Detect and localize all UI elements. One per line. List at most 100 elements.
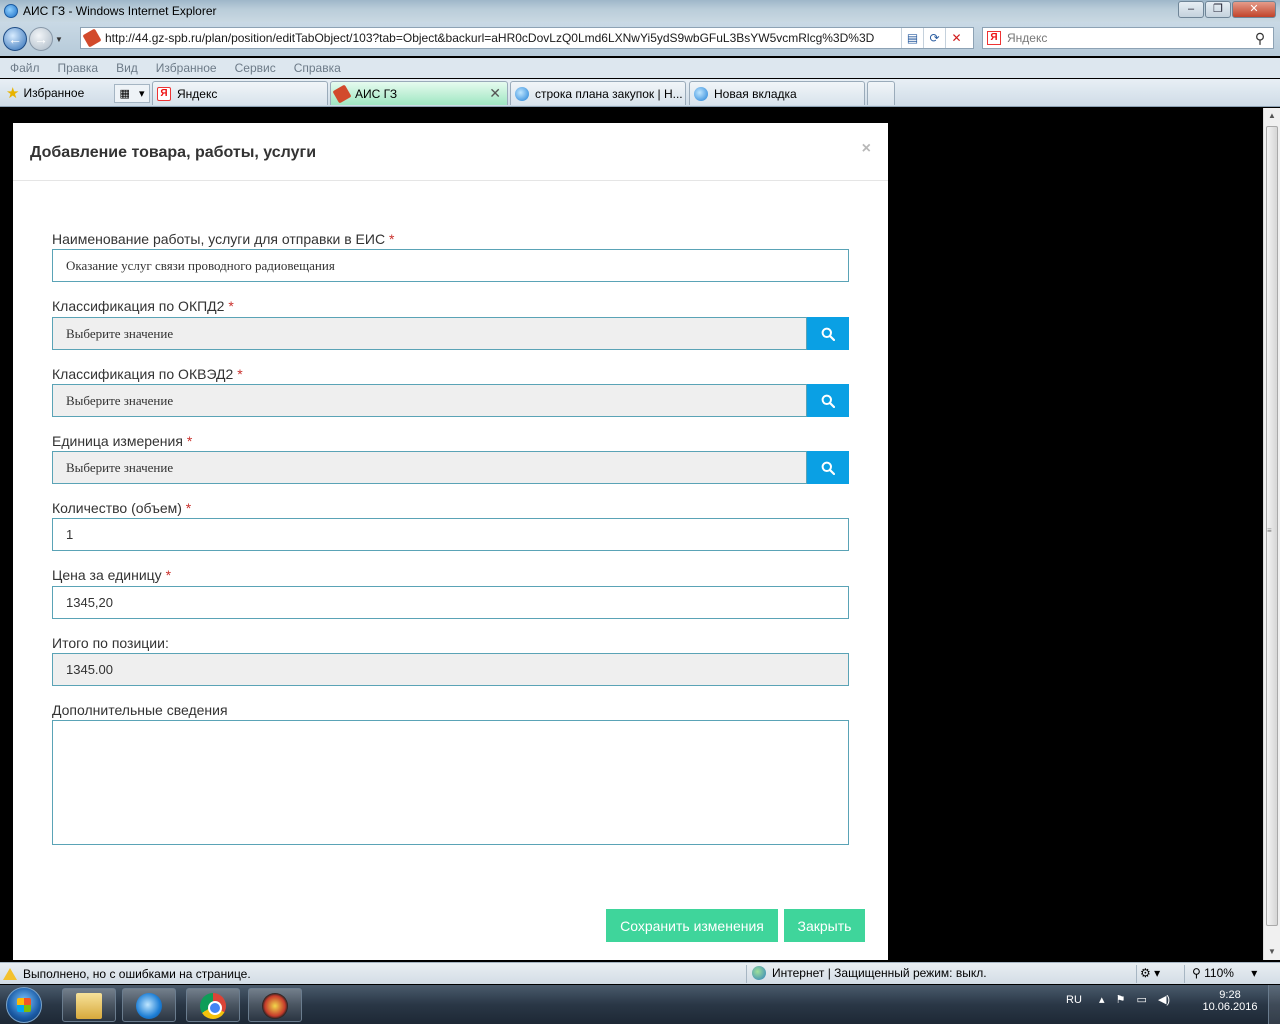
required-mark: * — [237, 366, 243, 382]
unit-search-button[interactable] — [807, 451, 849, 484]
clock[interactable]: 9:28 10.06.2016 — [1200, 989, 1260, 1013]
search-box[interactable]: Я Яндекс ⚲ — [982, 27, 1274, 49]
tab-new-tab[interactable]: Новая вкладка — [689, 81, 865, 105]
ie-app-icon — [4, 4, 18, 18]
window-title: АИС ГЗ - Windows Internet Explorer — [23, 4, 217, 18]
taskbar-ie[interactable] — [122, 988, 176, 1022]
search-input[interactable]: Яндекс — [1007, 31, 1247, 45]
tabs-row: ★ Избранное ▦ ▾ Я Яндекс АИС ГЗ ✕ строка … — [0, 79, 1280, 107]
window-titlebar: АИС ГЗ - Windows Internet Explorer – ❐ ✕ — [0, 0, 1280, 22]
search-icon — [821, 461, 835, 475]
name-input[interactable]: Оказание услуг связи проводного радиовещ… — [52, 249, 849, 282]
quantity-value: 1 — [66, 527, 74, 542]
add-item-modal: Добавление товара, работы, услуги × Наим… — [13, 123, 888, 960]
site-icon — [332, 83, 352, 104]
price-input[interactable]: 1345,20 — [52, 586, 849, 619]
history-dropdown-icon[interactable]: ▼ — [55, 35, 65, 44]
favorites-button[interactable]: ★ Избранное — [6, 83, 84, 103]
okpd2-value: Выберите значение — [66, 325, 174, 341]
tab-label: Яндекс — [177, 86, 218, 101]
volume-icon[interactable]: ◀) — [1158, 994, 1170, 1006]
scroll-up-icon[interactable]: ▲ — [1264, 108, 1280, 124]
quantity-input[interactable]: 1 — [52, 518, 849, 551]
total-label: Итого по позиции: — [52, 635, 169, 651]
unit-label: Единица измерения * — [52, 433, 192, 449]
zoom-level: 110% — [1204, 966, 1234, 980]
required-mark: * — [228, 298, 234, 314]
back-button[interactable]: ← — [3, 27, 27, 51]
menu-help[interactable]: Справка — [294, 61, 341, 75]
unit-label-text: Единица измерения — [52, 433, 183, 449]
okpd2-select[interactable]: Выберите значение — [52, 317, 807, 350]
taskbar-explorer[interactable] — [62, 988, 116, 1022]
price-label-text: Цена за единицу — [52, 567, 162, 583]
clock-time: 9:28 — [1219, 989, 1241, 1001]
globe-icon — [752, 966, 766, 980]
stop-icon[interactable]: ✕ — [945, 28, 967, 48]
close-button[interactable]: Закрыть — [784, 909, 865, 942]
tab-ais-gz[interactable]: АИС ГЗ ✕ — [330, 81, 508, 105]
modal-close-icon[interactable]: × — [862, 140, 871, 158]
required-mark: * — [185, 500, 192, 516]
folder-icon — [76, 993, 102, 1019]
security-zone[interactable]: Интернет | Защищенный режим: выкл. — [752, 966, 987, 980]
menu-bar: Файл Правка Вид Избранное Сервис Справка — [0, 58, 1280, 78]
protected-mode-icon[interactable]: ⚙ ▾ — [1140, 966, 1160, 980]
extra-label: Дополнительные сведения — [52, 702, 228, 718]
warning-icon[interactable] — [3, 967, 17, 980]
menu-file[interactable]: Файл — [10, 61, 40, 75]
address-bar[interactable]: http://44.gz-spb.ru/plan/position/editTa… — [80, 27, 974, 49]
compat-view-icon[interactable]: ▤ — [901, 28, 923, 48]
maximize-button[interactable]: ❐ — [1205, 1, 1231, 18]
taskbar-chrome[interactable] — [186, 988, 240, 1022]
okved2-select[interactable]: Выберите значение — [52, 384, 807, 417]
required-mark: * — [165, 567, 172, 583]
address-url[interactable]: http://44.gz-spb.ru/plan/position/editTa… — [105, 31, 901, 45]
unit-select[interactable]: Выберите значение — [52, 451, 807, 484]
chevron-down-icon: ▾ — [138, 88, 145, 100]
required-mark: * — [186, 433, 193, 449]
unit-value: Выберите значение — [66, 459, 174, 475]
zoom-control[interactable]: ⚲ 110% ▾ — [1192, 966, 1257, 980]
search-icon[interactable]: ⚲ — [1247, 30, 1273, 47]
scroll-grip-icon: ≡ — [1267, 526, 1272, 535]
okpd2-search-button[interactable] — [807, 317, 849, 350]
tab-label: строка плана закупок | Н... — [535, 86, 683, 101]
close-window-button[interactable]: ✕ — [1232, 1, 1276, 18]
name-value: Оказание услуг связи проводного радиовещ… — [66, 257, 335, 273]
ie-page-icon — [694, 86, 708, 101]
show-desktop-button[interactable] — [1268, 985, 1280, 1024]
new-tab-button[interactable] — [867, 81, 895, 105]
tab-purchase-plan[interactable]: строка плана закупок | Н... — [510, 81, 686, 105]
app-icon — [262, 993, 288, 1019]
forward-button[interactable]: → — [29, 27, 53, 51]
window-controls: – ❐ ✕ — [1178, 1, 1276, 18]
extra-textarea[interactable] — [52, 720, 849, 845]
okpd2-label: Классификация по ОКПД2 * — [52, 298, 234, 314]
show-hidden-icon[interactable]: ▴ — [1099, 994, 1105, 1006]
tab-yandex[interactable]: Я Яндекс — [152, 81, 328, 105]
required-mark: * — [388, 231, 395, 247]
scroll-down-icon[interactable]: ▼ — [1264, 944, 1280, 960]
extra-label-text: Дополнительные сведения — [52, 702, 228, 718]
save-button[interactable]: Сохранить изменения — [606, 909, 778, 942]
vertical-scrollbar[interactable]: ▲ ≡ ▼ — [1263, 108, 1280, 960]
okved2-search-button[interactable] — [807, 384, 849, 417]
okved2-label-text: Классификация по ОКВЭД2 — [52, 366, 234, 382]
menu-tools[interactable]: Сервис — [235, 61, 276, 75]
quick-tabs-button[interactable]: ▦ ▾ — [114, 84, 150, 103]
flag-icon[interactable]: ⚑ — [1116, 994, 1126, 1006]
menu-favorites[interactable]: Избранное — [156, 61, 217, 75]
menu-view[interactable]: Вид — [116, 61, 138, 75]
network-icon[interactable]: ▭ — [1136, 994, 1146, 1006]
menu-edit[interactable]: Правка — [58, 61, 99, 75]
refresh-icon[interactable]: ⟳ — [923, 28, 945, 48]
taskbar-app[interactable] — [248, 988, 302, 1022]
status-divider — [1136, 965, 1137, 983]
minimize-button[interactable]: – — [1178, 1, 1204, 18]
close-tab-icon[interactable]: ✕ — [489, 85, 501, 102]
status-text[interactable]: Выполнено, но с ошибками на странице. — [23, 967, 251, 981]
language-indicator[interactable]: RU — [1066, 994, 1082, 1006]
total-value: 1345.00 — [66, 662, 113, 677]
start-button[interactable] — [6, 987, 42, 1023]
